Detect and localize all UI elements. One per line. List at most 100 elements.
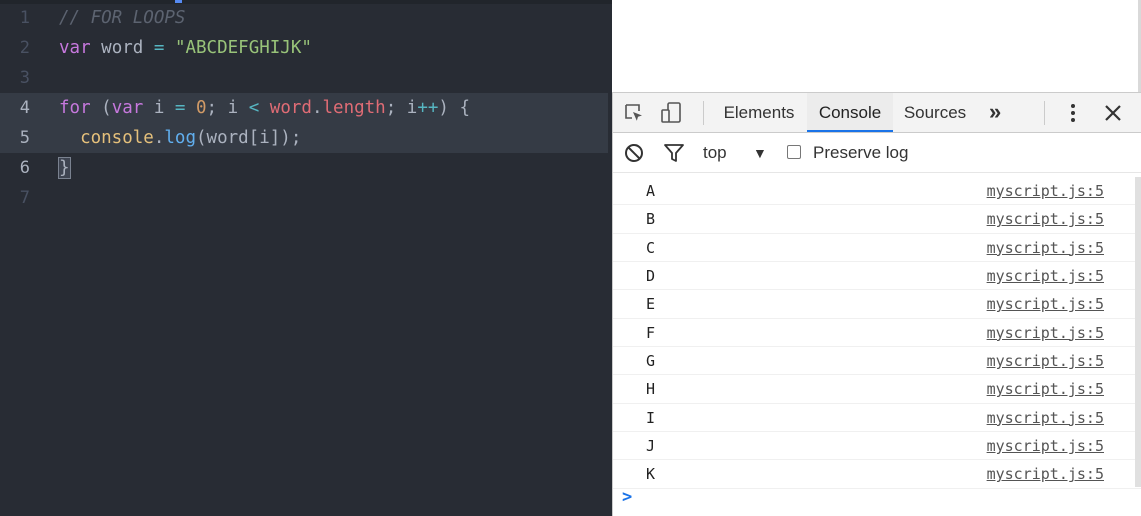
code-text: console.log(word[i]);	[59, 123, 301, 153]
tab-elements[interactable]: Elements	[714, 93, 804, 132]
device-toolbar-icon[interactable]	[659, 100, 685, 126]
toolbar-divider	[1044, 101, 1045, 125]
code-text: var word = "ABCDEFGHIJK"	[59, 33, 312, 63]
console-filter-bar: top ▼ Preserve log	[613, 133, 1141, 173]
filter-icon[interactable]	[661, 140, 687, 166]
code-line-5[interactable]: 5 console.log(word[i]);	[0, 123, 608, 153]
code-editor[interactable]: 1 // FOR LOOPS 2 var word = "ABCDEFGHIJK…	[0, 0, 612, 516]
log-output: B	[646, 210, 656, 229]
function-token: log	[164, 128, 196, 148]
keyword-token: for	[59, 98, 91, 118]
devtools-panel: Elements Console Sources » top ▼ Preserv…	[612, 92, 1141, 516]
operator-token: =	[174, 98, 186, 118]
line-number: 2	[19, 38, 30, 58]
source-link[interactable]: myscript.js:5	[987, 290, 1104, 318]
indent-token	[59, 128, 80, 148]
log-output: C	[646, 238, 656, 257]
console-message-row: Emyscript.js:5	[613, 290, 1141, 319]
page-viewport[interactable]	[612, 0, 1141, 92]
source-link[interactable]: myscript.js:5	[987, 432, 1104, 460]
console-message-row: Bmyscript.js:5	[613, 205, 1141, 234]
source-link[interactable]: myscript.js:5	[987, 205, 1104, 233]
operator-token: =	[153, 38, 165, 58]
chevron-down-icon[interactable]: ▼	[753, 133, 767, 173]
punct-token: (	[90, 98, 112, 118]
clear-console-icon[interactable]	[621, 140, 647, 166]
console-message-row: Kmyscript.js:5	[613, 460, 1141, 489]
identifier-token: word	[269, 98, 312, 118]
keyword-token: var	[59, 38, 91, 58]
kebab-menu-icon[interactable]	[1060, 100, 1086, 126]
punct-token: .	[153, 128, 165, 148]
console-message-row: Gmyscript.js:5	[613, 347, 1141, 376]
preserve-log-label[interactable]: Preserve log	[813, 133, 908, 173]
punct-token: ) {	[438, 98, 471, 118]
string-token: "ABCDEFGHIJK"	[174, 38, 312, 58]
line-number: 6	[19, 158, 30, 178]
identifier-token: word	[101, 38, 144, 58]
line-number: 5	[19, 128, 30, 148]
source-link[interactable]: myscript.js:5	[987, 347, 1104, 375]
close-icon[interactable]	[1100, 100, 1126, 126]
bracket-match-token: }	[58, 157, 71, 179]
console-message-row: Dmyscript.js:5	[613, 262, 1141, 291]
punct-token: (word[i]);	[196, 128, 302, 148]
log-output: H	[646, 380, 656, 399]
source-link[interactable]: myscript.js:5	[987, 460, 1104, 488]
console-messages: Amyscript.js:5 Bmyscript.js:5 Cmyscript.js…	[613, 177, 1141, 489]
log-output: A	[646, 182, 656, 200]
tab-sources[interactable]: Sources	[897, 93, 973, 132]
chevron-right-icon[interactable]: »	[989, 93, 1001, 132]
code-text: // FOR LOOPS	[59, 3, 185, 33]
context-selector[interactable]: top	[703, 133, 727, 173]
console-message-row: Imyscript.js:5	[613, 404, 1141, 433]
comment-token: // FOR LOOPS	[59, 8, 186, 28]
punct-token: ; i	[206, 98, 249, 118]
log-output: D	[646, 267, 656, 286]
code-line-6[interactable]: 6 }	[0, 153, 612, 183]
log-output: E	[646, 295, 656, 314]
code-line-3[interactable]: 3	[0, 63, 612, 93]
log-output: G	[646, 352, 656, 371]
console-prompt[interactable]: >	[622, 487, 632, 507]
log-output: K	[646, 465, 656, 484]
log-output: I	[646, 408, 656, 427]
source-link[interactable]: myscript.js:5	[987, 319, 1104, 347]
code-line-1[interactable]: 1 // FOR LOOPS	[0, 3, 612, 33]
code-line-2[interactable]: 2 var word = "ABCDEFGHIJK"	[0, 33, 612, 63]
punct-token: .	[311, 98, 323, 118]
preserve-log-checkbox[interactable]	[787, 145, 801, 159]
log-output: F	[646, 323, 656, 342]
line-number: 4	[19, 98, 30, 118]
console-scrollbar[interactable]	[1135, 177, 1141, 487]
source-link[interactable]: myscript.js:5	[987, 177, 1104, 205]
property-token: length	[322, 98, 386, 118]
code-line-4[interactable]: 4 for (var i = 0; i < word.length; i++) …	[0, 93, 608, 123]
console-message-row: Jmyscript.js:5	[613, 432, 1141, 461]
inspect-element-icon[interactable]	[621, 100, 647, 126]
code-line-7[interactable]: 7	[0, 183, 612, 213]
operator-token: ++	[417, 98, 439, 118]
tab-console[interactable]: Console	[807, 93, 893, 132]
punct-token: ; i	[385, 98, 418, 118]
operator-token: <	[248, 98, 260, 118]
keyword-token: var	[111, 98, 144, 118]
log-output: J	[646, 437, 656, 456]
source-link[interactable]: myscript.js:5	[987, 234, 1104, 262]
code-text: for (var i = 0; i < word.length; i++) {	[59, 93, 470, 123]
code-text: }	[58, 153, 71, 183]
console-message-row: Amyscript.js:5	[613, 177, 1141, 206]
source-link[interactable]: myscript.js:5	[987, 375, 1104, 403]
source-link[interactable]: myscript.js:5	[987, 404, 1104, 432]
line-number: 3	[19, 68, 30, 88]
source-link[interactable]: myscript.js:5	[987, 262, 1104, 290]
toolbar-divider	[703, 101, 704, 125]
console-message-row: Fmyscript.js:5	[613, 319, 1141, 348]
line-number: 1	[19, 8, 30, 28]
object-token: console	[80, 128, 154, 148]
identifier-token: i	[143, 98, 175, 118]
console-message-row: Hmyscript.js:5	[613, 375, 1141, 404]
devtools-toolbar: Elements Console Sources »	[613, 93, 1141, 133]
